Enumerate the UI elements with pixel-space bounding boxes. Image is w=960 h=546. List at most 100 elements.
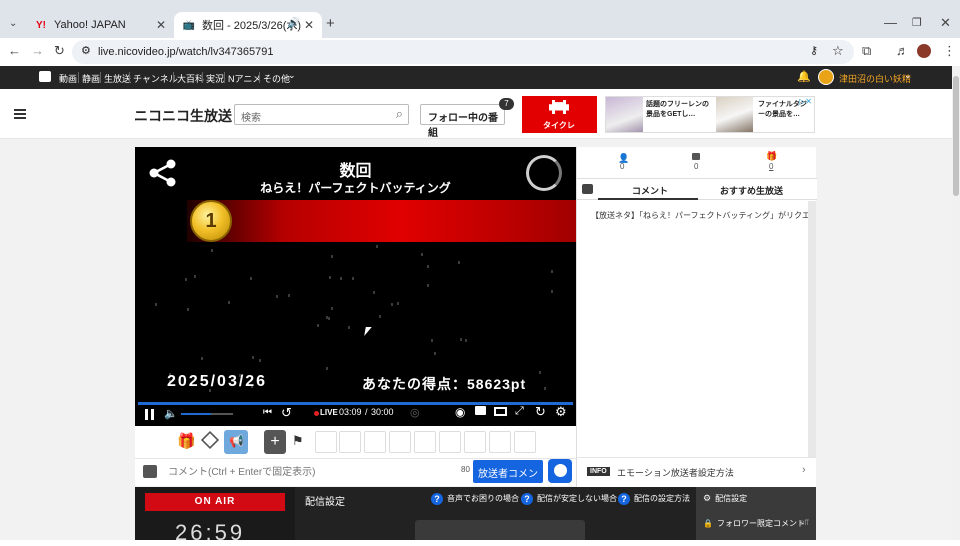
add-emotion-button[interactable]: +	[264, 430, 286, 454]
chevron-down-icon[interactable]: ⌄	[904, 70, 912, 81]
menu-follower-item[interactable]: 🔒 フォロワー限定コメント	[703, 518, 805, 529]
flag-icon[interactable]: ⚑	[292, 433, 304, 449]
emotion-slot[interactable]	[364, 431, 386, 453]
gold-medal-icon: 1	[190, 200, 232, 242]
menu-settings-item[interactable]: ⚙ 配信設定	[703, 493, 747, 504]
extensions-icon[interactable]: ⧉	[862, 44, 871, 58]
user-name[interactable]: 津田沼の白い妖精	[839, 72, 911, 85]
broadcaster-comment-button[interactable]: 放送者コメント	[473, 460, 543, 495]
nav-item-douga[interactable]: 動画	[59, 72, 77, 85]
comment-mode-icon[interactable]: ◎	[410, 406, 420, 419]
audio-playing-icon[interactable]: 🔊	[288, 18, 300, 29]
forward-icon[interactable]: →	[31, 44, 44, 58]
star-particle	[155, 303, 157, 306]
gift-count[interactable]: 0	[769, 162, 773, 171]
reload-icon[interactable]: ↻	[54, 44, 65, 58]
comment-scrollbar[interactable]	[808, 201, 816, 457]
tab-yahoo[interactable]: Y! Yahoo! JAPAN ✕	[26, 12, 174, 38]
site-logo[interactable]: ニコニコ生放送	[134, 106, 232, 126]
niconico-home-icon[interactable]	[39, 71, 51, 82]
search-icon[interactable]: ⌕	[396, 106, 403, 122]
password-key-icon[interactable]: ⚷	[810, 44, 818, 57]
nav-item-more[interactable]: その他	[263, 72, 290, 85]
follow-programs-button[interactable]: フォロー中の番組	[420, 104, 505, 139]
gift-count-icon[interactable]: 🎁	[766, 151, 777, 162]
minimize-icon[interactable]: —	[884, 16, 897, 30]
emoji-button[interactable]	[548, 459, 572, 483]
nav-item-dic[interactable]: 大百科	[177, 72, 204, 85]
ad-banner-prizes[interactable]: 話題のフリーレンの景品をGETし… ファイナルタジーの景品を… ▷✕	[605, 96, 815, 133]
nav-item-seiga[interactable]: 静画	[82, 72, 100, 85]
menu-kebab-icon[interactable]: ⋮	[943, 44, 956, 58]
browser-tabstrip: ⌄ Y! Yahoo! JAPAN ✕ 📺 数回 - 2025/3/26(水) …	[0, 0, 960, 38]
tab-title: Yahoo! JAPAN	[54, 19, 126, 31]
emotion-slot[interactable]	[389, 431, 411, 453]
site-info-icon[interactable]: ⚙	[81, 44, 91, 57]
game-date: 2025/03/26	[167, 373, 268, 390]
comment-toggle-icon[interactable]	[475, 406, 486, 415]
nav-item-channel[interactable]: チャンネル	[133, 72, 178, 85]
live-label[interactable]: LIVE	[320, 408, 338, 417]
media-control-icon[interactable]: ♬	[896, 44, 909, 58]
tab-niconico-live[interactable]: 📺 数回 - 2025/3/26(水) 23:40 🔊 ✕	[174, 12, 322, 38]
loading-spinner-icon	[526, 155, 562, 191]
window-close-icon[interactable]: ✕	[940, 16, 951, 30]
new-tab-button[interactable]: +	[326, 16, 335, 31]
nav-item-nanime[interactable]: Nアニメ	[228, 72, 261, 85]
tab-recommended[interactable]: おすすめ生放送	[720, 184, 783, 197]
notification-bell-icon[interactable]: 🔔	[797, 70, 811, 83]
nicoad-button[interactable]: 📢	[224, 430, 248, 454]
emotion-slot[interactable]	[464, 431, 486, 453]
skip-back-icon[interactable]: ⏮	[263, 407, 272, 418]
follower-toggle-state[interactable]: off	[800, 518, 809, 527]
help-audio-link[interactable]: ? 音声でお困りの場合	[431, 493, 519, 505]
tab-search-icon[interactable]: ⌄	[9, 17, 17, 31]
help-unstable-link[interactable]: ? 配信が安定しない場合	[521, 493, 617, 505]
star-particle	[427, 284, 429, 287]
nav-item-jikkyo[interactable]: 実況	[206, 72, 224, 85]
info-bar[interactable]: INFO エモーション放送者設定方法 ›	[576, 457, 816, 487]
ad-choices-icon[interactable]: ▷✕	[799, 97, 812, 106]
page-scrollbar-thumb[interactable]	[953, 76, 959, 196]
help-settings-link[interactable]: ? 配信の設定方法	[618, 493, 690, 505]
rewind-10-icon[interactable]: ↺	[281, 405, 292, 421]
fullscreen-icon[interactable]: ⤢	[515, 405, 524, 418]
emotion-slot[interactable]	[315, 431, 337, 453]
comment-command-icon[interactable]	[143, 465, 157, 478]
search-input[interactable]: 検索	[241, 109, 261, 124]
user-avatar[interactable]	[818, 69, 834, 85]
volume-slider[interactable]	[181, 413, 233, 415]
close-tab-icon[interactable]: ✕	[304, 18, 314, 32]
star-particle	[465, 339, 467, 342]
url-text: live.nicovideo.jp/watch/lv347365791	[98, 46, 274, 58]
emotion-slot[interactable]	[514, 431, 536, 453]
gift-icon[interactable]: 🎁	[177, 432, 196, 450]
nav-item-live[interactable]: 生放送	[104, 72, 131, 85]
theater-mode-icon[interactable]	[494, 407, 507, 416]
emotion-slot[interactable]	[339, 431, 361, 453]
seek-bar[interactable]	[138, 402, 573, 405]
maximize-icon[interactable]: ❐	[912, 16, 922, 30]
hamburger-menu-icon[interactable]	[14, 109, 26, 119]
profile-avatar[interactable]	[917, 44, 931, 58]
emotion-slot[interactable]	[439, 431, 461, 453]
back-icon[interactable]: ←	[8, 44, 21, 58]
video-player[interactable]: 数回 ねらえ！パーフェクトバッティング 1 2025/03/26 あなたの得点：…	[135, 147, 576, 426]
close-tab-icon[interactable]: ✕	[156, 18, 166, 32]
chevron-down-icon[interactable]: ⌄	[288, 70, 296, 81]
reload-player-icon[interactable]: ↻	[535, 404, 546, 420]
settings-gear-icon[interactable]: ⚙	[555, 404, 567, 420]
visibility-icon[interactable]: ◉	[455, 405, 465, 419]
settings-field[interactable]	[415, 520, 585, 540]
cube-item-icon[interactable]	[200, 430, 220, 450]
pause-icon[interactable]	[145, 409, 154, 420]
address-bar[interactable]: ⚙ live.nicovideo.jp/watch/lv347365791 ⚷ …	[72, 40, 854, 64]
emotion-slot[interactable]	[414, 431, 436, 453]
volume-icon[interactable]: 🔈	[164, 407, 178, 420]
comment-input[interactable]	[163, 461, 473, 483]
ad-banner-taikure[interactable]: タイクレ	[522, 96, 597, 133]
search-box[interactable]: 検索 ⌕	[234, 104, 409, 125]
bookmark-star-icon[interactable]: ☆	[832, 43, 844, 59]
emotion-slot[interactable]	[489, 431, 511, 453]
tab-comment[interactable]: コメント	[632, 184, 668, 197]
